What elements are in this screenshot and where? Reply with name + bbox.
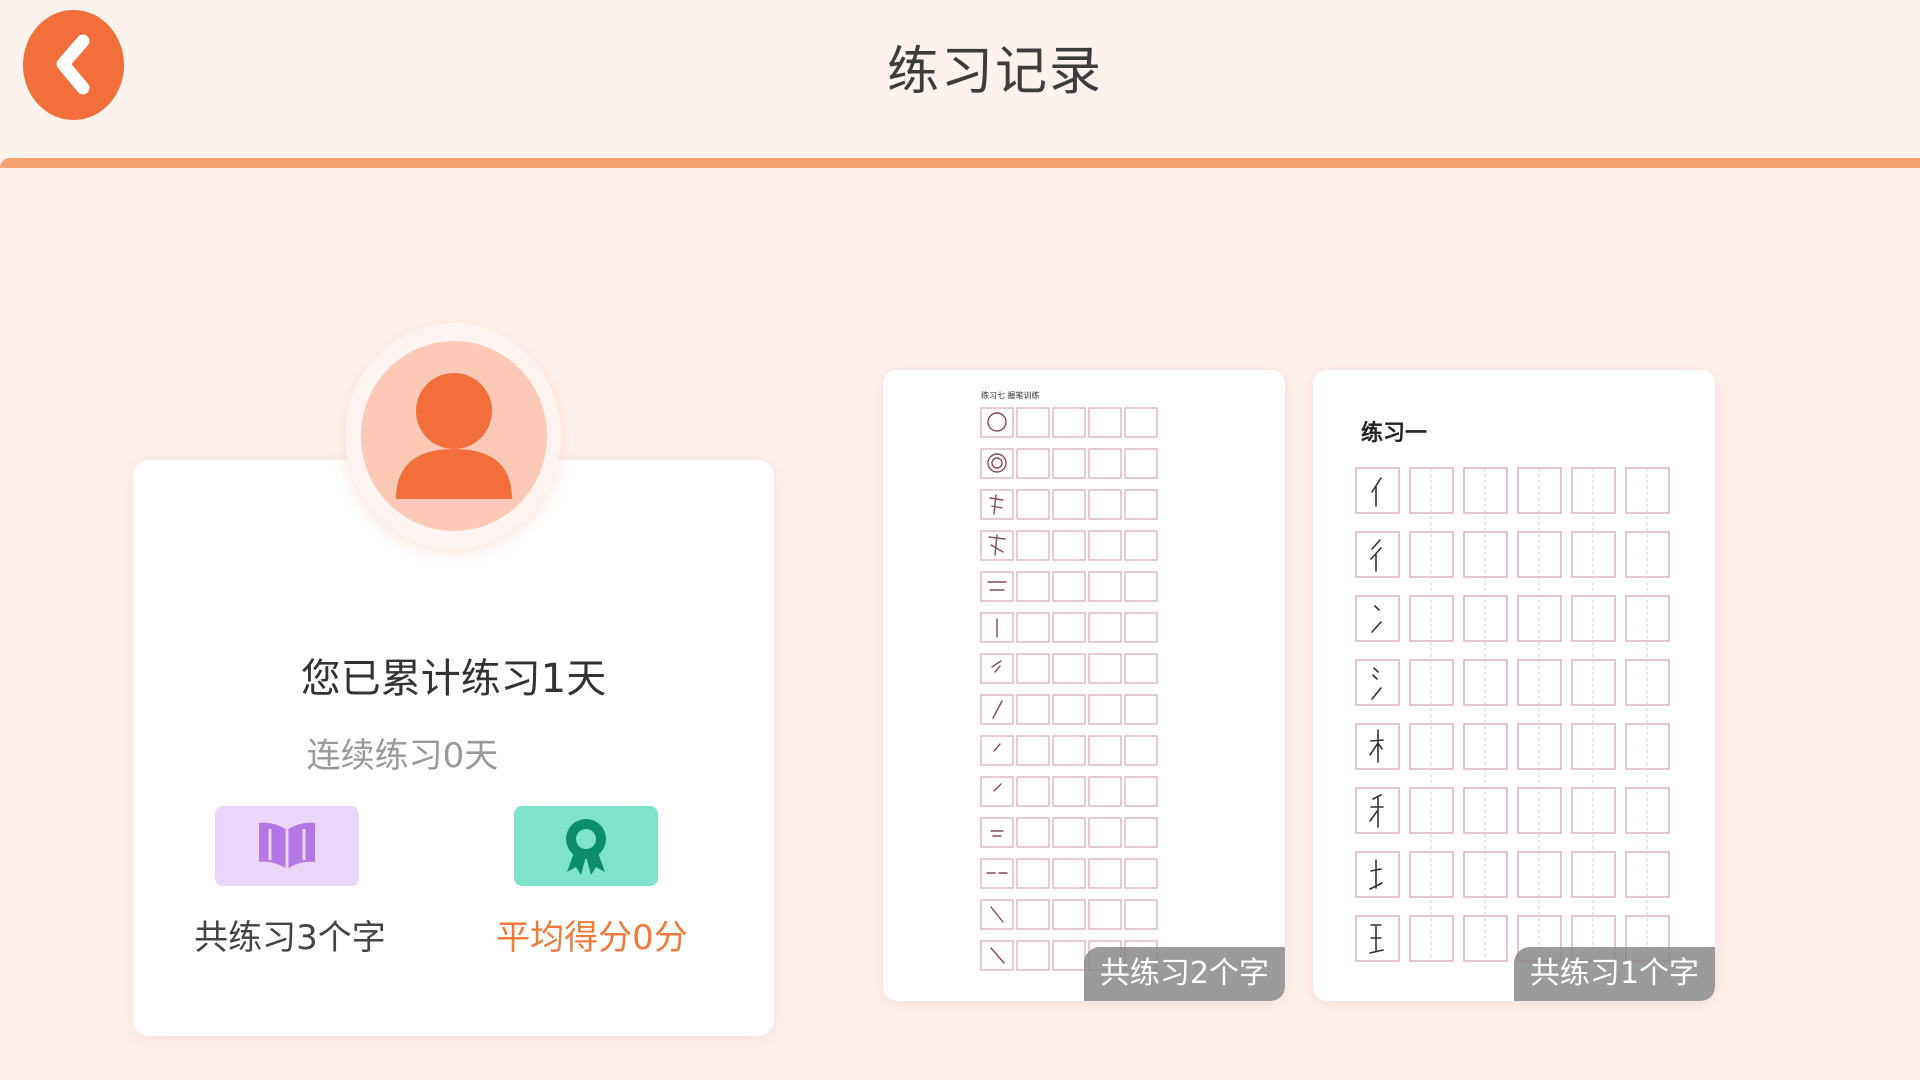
- sheet-grid-preview: [1355, 467, 1670, 962]
- average-score: 平均得分0分: [496, 918, 688, 958]
- header-divider: [0, 158, 1920, 168]
- chevron-left-icon: [56, 34, 90, 95]
- streak-days: 连续练习0天: [306, 736, 499, 776]
- average-score-badge: [514, 806, 658, 886]
- total-practice-days: 您已累计练习1天: [300, 656, 607, 702]
- page-title: 练习记录: [886, 42, 1103, 102]
- avatar-ring: [345, 323, 561, 549]
- practice-sheet-2[interactable]: 练习一 共练习1个字: [1313, 370, 1715, 1001]
- chars-practiced-badge: [215, 806, 359, 886]
- practice-sheet-1[interactable]: 练习七 握笔训练 共练习2个字: [883, 370, 1285, 1001]
- user-avatar-icon: [396, 373, 512, 499]
- award-icon: [566, 819, 606, 875]
- sheet-grid-preview: [980, 407, 1158, 971]
- chars-practiced-count: 共练习3个字: [194, 918, 386, 958]
- sheet-char-count: 共练习1个字: [1513, 947, 1715, 1001]
- avatar: [361, 341, 547, 531]
- book-icon: [259, 822, 315, 869]
- sheet-char-count: 共练习2个字: [1083, 947, 1285, 1001]
- back-button[interactable]: [23, 10, 124, 120]
- page-header: 练习记录: [0, 0, 1920, 168]
